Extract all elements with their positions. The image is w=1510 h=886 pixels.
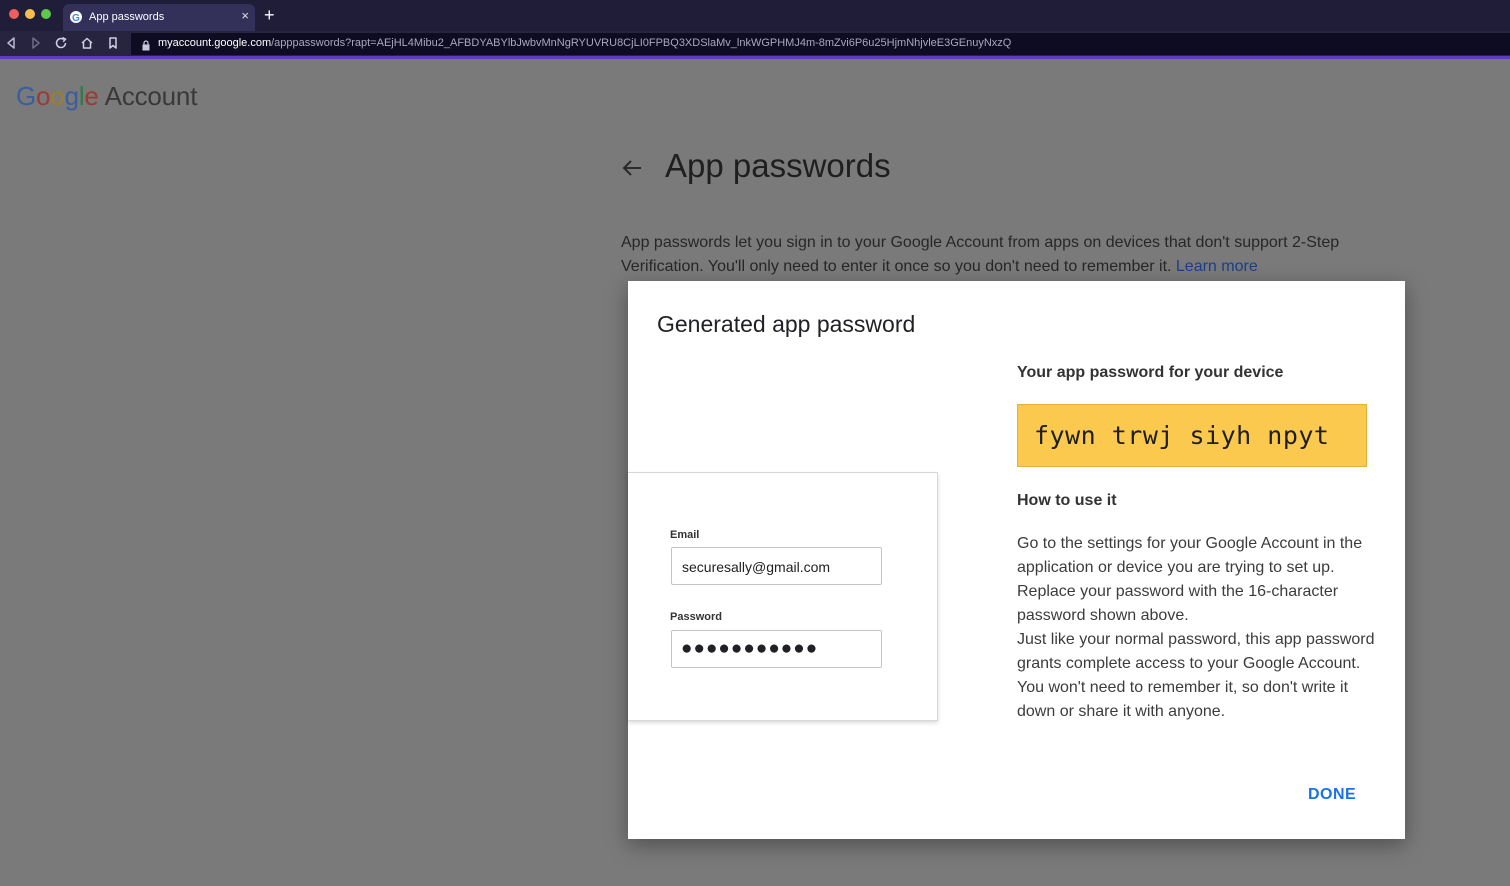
google-account-logo[interactable]: Google Account	[16, 81, 197, 112]
logo-letter: o	[36, 81, 51, 111]
browser-tab[interactable]: G App passwords ×	[63, 4, 255, 31]
sign-in-illustration: Email securesally@gmail.com Password ●●●…	[628, 472, 938, 721]
how-to-use-text: Go to the settings for your Google Accou…	[1017, 532, 1382, 724]
url-host: myaccount.google.com	[158, 37, 272, 49]
dialog-title: Generated app password	[657, 311, 916, 337]
your-password-label: Your app password for your device	[1017, 364, 1284, 381]
app-password-text[interactable]: fywn trwj siyh npyt	[1034, 421, 1329, 450]
password-label: Password	[670, 611, 722, 623]
url-path: /apppasswords?rapt=AEjHL4Mibu2_AFBDYABYl…	[271, 37, 1012, 49]
logo-letter: G	[16, 81, 37, 111]
logo-letter: g	[64, 81, 79, 111]
email-label: Email	[670, 529, 700, 541]
lock-icon	[141, 38, 151, 51]
browser-titlebar: G App passwords × +	[0, 0, 1510, 31]
back-arrow-icon[interactable]	[620, 156, 644, 180]
url-text: myaccount.google.com/apppasswords?rapt=A…	[158, 37, 1011, 49]
intro-text: App passwords let you sign in to your Go…	[621, 231, 1421, 279]
close-window-button[interactable]	[9, 9, 19, 19]
email-value: securesally@gmail.com	[682, 559, 831, 575]
how-to-use-heading: How to use it	[1017, 492, 1117, 509]
page-title: App passwords	[665, 147, 891, 184]
how-to-use-paragraph: Just like your normal password, this app…	[1017, 631, 1375, 720]
how-to-use-paragraph: Go to the settings for your Google Accou…	[1017, 535, 1363, 624]
home-icon[interactable]	[80, 36, 94, 50]
google-favicon-icon: G	[70, 11, 82, 23]
learn-more-link[interactable]: Learn more	[1176, 258, 1258, 275]
password-value: ●●●●●●●●●●●	[681, 638, 819, 659]
bookmark-icon[interactable]	[106, 36, 120, 50]
password-field: ●●●●●●●●●●●	[671, 630, 882, 668]
new-tab-button[interactable]: +	[264, 6, 275, 24]
done-button[interactable]: DONE	[1308, 786, 1356, 804]
logo-account-text: Account	[104, 81, 198, 111]
tab-title: App passwords	[89, 11, 165, 23]
email-field: securesally@gmail.com	[671, 547, 882, 585]
tab-close-icon[interactable]: ×	[241, 9, 249, 23]
browser-toolbar: myaccount.google.com/apppasswords?rapt=A…	[0, 31, 1510, 56]
generated-password-dialog: Generated app password Email securesally…	[628, 281, 1405, 839]
svg-text:G: G	[72, 13, 80, 23]
back-icon[interactable]	[4, 36, 18, 50]
maximize-window-button[interactable]	[41, 9, 51, 19]
address-bar[interactable]: myaccount.google.com/apppasswords?rapt=A…	[131, 33, 1510, 55]
reload-icon[interactable]	[54, 36, 68, 50]
logo-letter: e	[84, 81, 99, 111]
app-password-box[interactable]: fywn trwj siyh npyt	[1017, 404, 1367, 467]
minimize-window-button[interactable]	[25, 9, 35, 19]
forward-icon[interactable]	[29, 36, 43, 50]
logo-letter: o	[50, 81, 65, 111]
